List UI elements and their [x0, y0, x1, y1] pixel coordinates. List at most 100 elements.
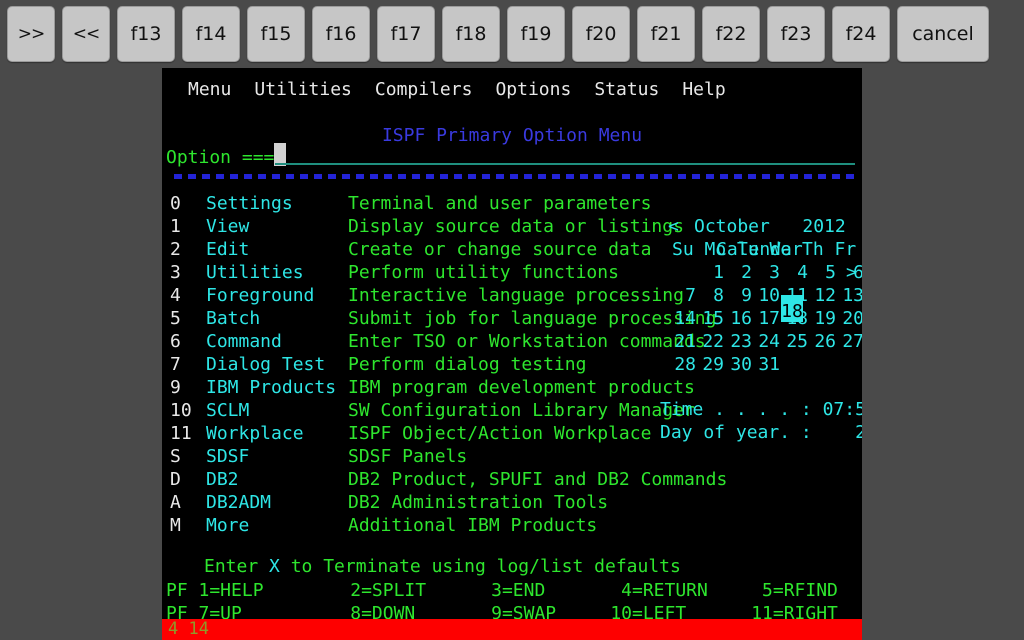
- fkey-button-f13[interactable]: f13: [117, 6, 175, 62]
- calendar-week-row: 78910111213: [660, 284, 862, 307]
- calendar-day[interactable]: 5: [812, 261, 836, 284]
- calendar-day[interactable]: 2: [728, 261, 752, 284]
- option-description: SDSF Panels: [348, 446, 467, 467]
- option-row[interactable]: DDB2DB2 Product, SPUFI and DB2 Commands: [170, 468, 727, 491]
- time-value: 07:52: [823, 399, 862, 420]
- fkey-button-label: f14: [196, 23, 227, 45]
- fkey-button-f20[interactable]: f20: [572, 6, 630, 62]
- option-description: Enter TSO or Workstation commands: [348, 331, 706, 352]
- calendar-day[interactable]: 9: [728, 284, 752, 307]
- calendar-day[interactable]: 20: [840, 307, 862, 330]
- option-row[interactable]: 2EditCreate or change source data: [170, 238, 727, 261]
- fkey-button-[interactable]: <<: [62, 6, 110, 62]
- option-row[interactable]: 5BatchSubmit job for language processing: [170, 307, 727, 330]
- time-info-block: Time . . . . : 07:52 Day of year. : 292: [660, 398, 862, 444]
- fkey-button-label: f16: [326, 23, 357, 45]
- calendar-day[interactable]: 27: [840, 330, 862, 353]
- calendar-day[interactable]: 31: [756, 353, 780, 376]
- action-bar-item-help[interactable]: Help: [682, 79, 725, 100]
- option-description: DB2 Product, SPUFI and DB2 Commands: [348, 469, 727, 490]
- terminal-screen[interactable]: MenuUtilitiesCompilersOptionsStatusHelp …: [162, 68, 862, 619]
- option-number: 10: [170, 399, 206, 422]
- calendar-day[interactable]: 1: [700, 261, 724, 284]
- fkey-button-f21[interactable]: f21: [637, 6, 695, 62]
- option-name: Batch: [206, 307, 348, 330]
- option-description: Perform dialog testing: [348, 354, 586, 375]
- fkey-button-f16[interactable]: f16: [312, 6, 370, 62]
- fkey-button-f17[interactable]: f17: [377, 6, 435, 62]
- action-bar: Menu Utilities Compilers Options Status Help: [188, 78, 726, 101]
- option-row[interactable]: ADB2ADMDB2 Administration Tools: [170, 491, 727, 514]
- action-bar-item-status[interactable]: Status: [594, 79, 659, 100]
- action-bar-item-compilers[interactable]: Compilers: [375, 79, 473, 100]
- option-row[interactable]: MMoreAdditional IBM Products: [170, 514, 727, 537]
- fkey-button-f22[interactable]: f22: [702, 6, 760, 62]
- calendar-day[interactable]: 30: [728, 353, 752, 376]
- calendar-day[interactable]: 28: [672, 353, 696, 376]
- action-bar-item-options[interactable]: Options: [495, 79, 571, 100]
- status-bar-text: 4 14: [168, 619, 209, 640]
- calendar-day[interactable]: 25: [784, 330, 808, 353]
- option-description: Display source data or listings: [348, 216, 684, 237]
- calendar-day[interactable]: 15: [700, 307, 724, 330]
- option-command-input[interactable]: [275, 163, 855, 165]
- dashed-separator: [174, 174, 858, 179]
- calendar-day[interactable]: 10: [756, 284, 780, 307]
- fkey-button-label: f22: [716, 23, 747, 45]
- calendar-day[interactable]: 22: [700, 330, 724, 353]
- option-row[interactable]: 11WorkplaceISPF Object/Action Workplace: [170, 422, 727, 445]
- fkey-button-label: f13: [131, 23, 162, 45]
- option-name: DB2ADM: [206, 491, 348, 514]
- calendar-day[interactable]: 26: [812, 330, 836, 353]
- fkey-button-f15[interactable]: f15: [247, 6, 305, 62]
- option-number: A: [170, 491, 206, 514]
- calendar-day[interactable]: 29: [700, 353, 724, 376]
- action-bar-item-utilities[interactable]: Utilities: [254, 79, 352, 100]
- option-row[interactable]: 7Dialog TestPerform dialog testing: [170, 353, 727, 376]
- calendar-day[interactable]: 3: [756, 261, 780, 284]
- option-row[interactable]: SSDSFSDSF Panels: [170, 445, 727, 468]
- fkey-button-f23[interactable]: f23: [767, 6, 825, 62]
- fkey-button-[interactable]: >>: [7, 6, 55, 62]
- fkey-button-f14[interactable]: f14: [182, 6, 240, 62]
- option-number: 3: [170, 261, 206, 284]
- option-row[interactable]: 3UtilitiesPerform utility functions: [170, 261, 727, 284]
- option-number: 1: [170, 215, 206, 238]
- calendar-day[interactable]: 8: [700, 284, 724, 307]
- fkey-button-cancel[interactable]: cancel: [897, 6, 989, 62]
- calendar-day[interactable]: 13: [840, 284, 862, 307]
- calendar-day[interactable]: 14: [672, 307, 696, 330]
- terminate-hint: Enter X to Terminate using log/list defa…: [204, 555, 681, 578]
- option-number: 5: [170, 307, 206, 330]
- option-row[interactable]: 4ForegroundInteractive language processi…: [170, 284, 727, 307]
- calendar-selected-day-number: 18: [781, 300, 803, 323]
- calendar-day[interactable]: 24: [756, 330, 780, 353]
- option-row[interactable]: 0SettingsTerminal and user parameters: [170, 192, 727, 215]
- calendar-prev-arrow[interactable]: <: [668, 215, 679, 238]
- option-row[interactable]: 10SCLMSW Configuration Library Manager: [170, 399, 727, 422]
- calendar-day[interactable]: 17: [756, 307, 780, 330]
- calendar-day[interactable]: 4: [784, 261, 808, 284]
- fkey-button-label: f19: [521, 23, 552, 45]
- calendar-day[interactable]: 21: [672, 330, 696, 353]
- option-name: SCLM: [206, 399, 348, 422]
- option-name: More: [206, 514, 348, 537]
- option-number: 9: [170, 376, 206, 399]
- calendar-day[interactable]: 19: [812, 307, 836, 330]
- option-row[interactable]: 6CommandEnter TSO or Workstation command…: [170, 330, 727, 353]
- fkey-button-f18[interactable]: f18: [442, 6, 500, 62]
- option-row[interactable]: 1ViewDisplay source data or listings: [170, 215, 727, 238]
- calendar-day[interactable]: 16: [728, 307, 752, 330]
- option-row[interactable]: 9IBM ProductsIBM program development pro…: [170, 376, 727, 399]
- calendar-day[interactable]: 7: [672, 284, 696, 307]
- fkey-button-f19[interactable]: f19: [507, 6, 565, 62]
- calendar-day[interactable]: 23: [728, 330, 752, 353]
- action-bar-item-menu[interactable]: Menu: [188, 79, 231, 100]
- option-number: S: [170, 445, 206, 468]
- option-number: D: [170, 468, 206, 491]
- option-number: 11: [170, 422, 206, 445]
- fkey-button-f24[interactable]: f24: [832, 6, 890, 62]
- function-key-toolbar: >><< f13 f14 f15 f16 f17f18 f19 f20f21 f22 f23f24…: [0, 0, 1024, 68]
- calendar-day[interactable]: 12: [812, 284, 836, 307]
- calendar-day[interactable]: 6: [840, 261, 862, 284]
